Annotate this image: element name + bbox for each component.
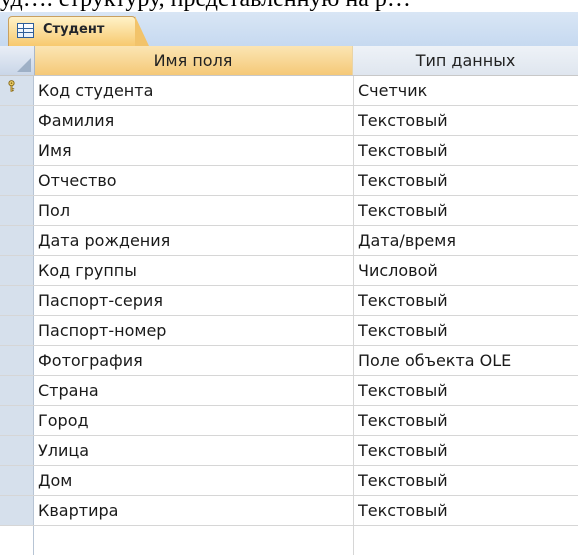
column-divider [353, 436, 354, 465]
table-row[interactable]: Код группы Числовой [0, 256, 578, 286]
select-all-corner[interactable] [0, 46, 35, 75]
row-selector[interactable] [0, 166, 34, 195]
data-type-cell[interactable]: Текстовый [358, 316, 576, 345]
field-name-cell[interactable] [38, 526, 350, 555]
column-divider [353, 496, 354, 525]
data-type-cell[interactable]: Текстовый [358, 136, 576, 165]
row-selector[interactable] [0, 526, 34, 555]
data-type-cell[interactable] [358, 526, 576, 555]
field-name-cell[interactable]: Страна [38, 376, 350, 405]
column-divider [353, 286, 354, 315]
row-selector[interactable] [0, 106, 34, 135]
data-type-cell[interactable]: Счетчик [358, 76, 576, 105]
field-name-cell[interactable]: Паспорт-серия [38, 286, 350, 315]
column-divider [353, 346, 354, 375]
row-selector[interactable] [0, 496, 34, 525]
field-name-cell[interactable]: Имя [38, 136, 350, 165]
field-name-cell[interactable]: Дом [38, 466, 350, 495]
table-row[interactable]: Отчество Текстовый [0, 166, 578, 196]
row-selector[interactable] [0, 286, 34, 315]
row-selector[interactable] [0, 466, 34, 495]
row-selector[interactable] [0, 316, 34, 345]
column-divider [353, 526, 354, 555]
table-row[interactable] [0, 526, 578, 555]
field-name-cell[interactable]: Квартира [38, 496, 350, 525]
table-row[interactable]: Фамилия Текстовый [0, 106, 578, 136]
row-selector[interactable] [0, 406, 34, 435]
column-divider [353, 376, 354, 405]
data-type-cell[interactable]: Текстовый [358, 496, 576, 525]
row-selector[interactable] [0, 256, 34, 285]
table-row[interactable]: Улица Текстовый [0, 436, 578, 466]
table-row[interactable]: Имя Текстовый [0, 136, 578, 166]
row-selector[interactable] [0, 196, 34, 225]
table-row[interactable]: Код студента Счетчик [0, 76, 578, 106]
data-type-cell[interactable]: Текстовый [358, 436, 576, 465]
data-type-cell[interactable]: Числовой [358, 256, 576, 285]
row-selector[interactable] [0, 136, 34, 165]
document-text-line: уд…. структуру, представленную на р… [0, 0, 578, 12]
column-divider [353, 106, 354, 135]
field-name-cell[interactable]: Код группы [38, 256, 350, 285]
table-row[interactable]: Паспорт-серия Текстовый [0, 286, 578, 316]
table-row[interactable]: Квартира Текстовый [0, 496, 578, 526]
field-rows: Код студента Счетчик Фамилия Текстовый Имя Те… [0, 76, 578, 555]
column-header-data-type[interactable]: Тип данных [353, 46, 578, 75]
data-type-cell[interactable]: Текстовый [358, 376, 576, 405]
column-divider [353, 466, 354, 495]
column-divider [353, 166, 354, 195]
table-row[interactable]: Паспорт-номер Текстовый [0, 316, 578, 346]
row-selector[interactable] [0, 376, 34, 405]
tab-student[interactable]: Студент [8, 16, 149, 46]
table-icon [17, 23, 34, 38]
table-row[interactable]: Город Текстовый [0, 406, 578, 436]
row-selector[interactable] [0, 346, 34, 375]
table-row[interactable]: Дом Текстовый [0, 466, 578, 496]
column-divider [353, 226, 354, 255]
field-name-cell[interactable]: Улица [38, 436, 350, 465]
data-type-cell[interactable]: Текстовый [358, 466, 576, 495]
table-row[interactable]: Страна Текстовый [0, 376, 578, 406]
data-type-cell[interactable]: Текстовый [358, 166, 576, 195]
column-divider [353, 406, 354, 435]
row-selector[interactable] [0, 436, 34, 465]
row-selector[interactable] [0, 226, 34, 255]
field-name-cell[interactable]: Фамилия [38, 106, 350, 135]
table-design-window: Студент Имя поля Тип данных Код студента… [0, 12, 578, 555]
grid-header: Имя поля Тип данных [0, 46, 578, 76]
primary-key-icon [7, 80, 15, 92]
table-row[interactable]: Дата рождения Дата/время [0, 226, 578, 256]
column-header-field-name[interactable]: Имя поля [34, 46, 353, 75]
field-name-cell[interactable]: Фотография [38, 346, 350, 375]
tab-label: Студент [43, 22, 105, 37]
field-name-cell[interactable]: Паспорт-номер [38, 316, 350, 345]
field-name-cell[interactable]: Город [38, 406, 350, 435]
field-name-cell[interactable]: Дата рождения [38, 226, 350, 255]
data-type-cell[interactable]: Текстовый [358, 106, 576, 135]
tab-bar: Студент [0, 12, 578, 47]
column-divider [353, 136, 354, 165]
data-type-cell[interactable]: Дата/время [358, 226, 576, 255]
data-type-cell[interactable]: Текстовый [358, 286, 576, 315]
column-divider [353, 76, 354, 105]
column-divider [353, 196, 354, 225]
column-divider [353, 316, 354, 345]
data-type-cell[interactable]: Текстовый [358, 406, 576, 435]
field-name-cell[interactable]: Отчество [38, 166, 350, 195]
data-type-cell[interactable]: Поле объекта OLE [358, 346, 576, 375]
row-selector[interactable] [0, 76, 34, 105]
field-name-cell[interactable]: Пол [38, 196, 350, 225]
field-name-cell[interactable]: Код студента [38, 76, 350, 105]
table-row[interactable]: Фотография Поле объекта OLE [0, 346, 578, 376]
column-divider [353, 256, 354, 285]
data-type-cell[interactable]: Текстовый [358, 196, 576, 225]
table-row[interactable]: Пол Текстовый [0, 196, 578, 226]
